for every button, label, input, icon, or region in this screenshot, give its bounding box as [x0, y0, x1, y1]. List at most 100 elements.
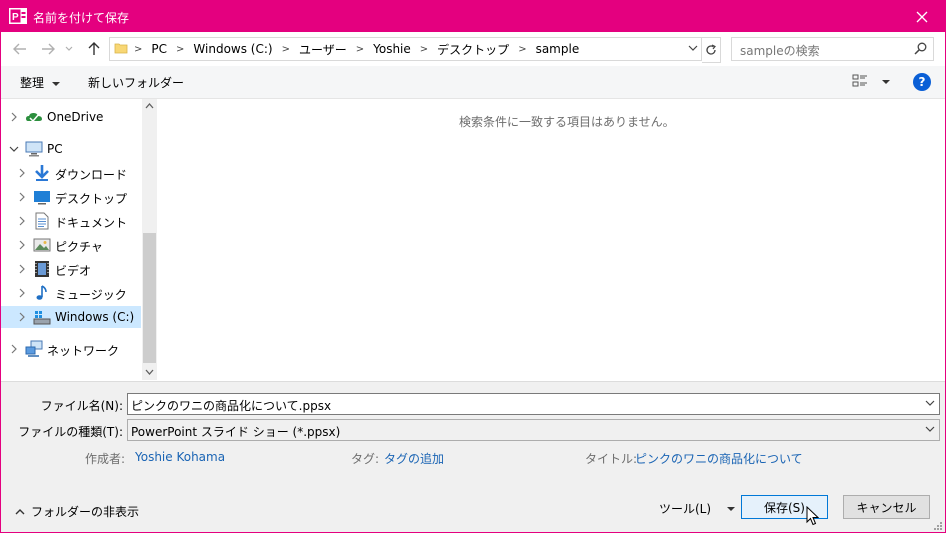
- refresh-icon: [706, 44, 716, 55]
- tree-label: ダウンロード: [55, 168, 128, 182]
- scroll-down-icon[interactable]: [145, 369, 154, 375]
- nav-pane-scrollbar[interactable]: [142, 99, 157, 380]
- arrow-up-icon: [88, 42, 100, 55]
- hide-folders-toggle[interactable]: フォルダーの非表示: [15, 503, 139, 520]
- chevron-down-icon[interactable]: [9, 144, 19, 154]
- view-icon: [852, 74, 867, 87]
- tree-item-onedrive[interactable]: OneDrive: [1, 106, 141, 128]
- tree-item-music[interactable]: ミュージック: [1, 282, 141, 304]
- breadcrumb-item[interactable]: PC: [151, 42, 167, 56]
- filename-input[interactable]: ピンクのワニの商品化について.ppsx: [131, 397, 331, 414]
- caret-down-icon: [51, 82, 60, 86]
- chevron-down-icon[interactable]: [925, 399, 935, 407]
- breadcrumb-separator-icon: >: [134, 43, 143, 55]
- chevron-right-icon[interactable]: [9, 344, 19, 354]
- desktop-icon: [34, 191, 50, 205]
- breadcrumb-separator-icon: >: [176, 43, 185, 55]
- chevron-down-icon[interactable]: [925, 425, 935, 433]
- navigation-pane: OneDrive PC ダウンロード デスクトップ ドキュメント ピクチャ ビデ…: [1, 99, 141, 380]
- picture-icon: [33, 238, 51, 252]
- tree-label: ネットワーク: [47, 344, 120, 358]
- breadcrumb-separator-icon: >: [518, 43, 527, 55]
- scroll-up-icon[interactable]: [145, 103, 154, 109]
- refresh-button[interactable]: [702, 37, 721, 63]
- breadcrumb-separator-icon: >: [355, 43, 365, 55]
- search-input[interactable]: sampleの検索: [740, 42, 820, 59]
- app-icon-letter: P: [12, 12, 19, 23]
- download-icon: [35, 165, 49, 181]
- chevron-right-icon[interactable]: [17, 264, 27, 274]
- tree-item-pc[interactable]: PC: [1, 138, 141, 160]
- tree-label: PC: [47, 142, 63, 156]
- title-label: タイトル:: [585, 452, 638, 466]
- author-label: 作成者:: [85, 452, 126, 466]
- filetype-label: ファイルの種類(T):: [18, 425, 123, 439]
- forward-button[interactable]: [39, 40, 57, 58]
- video-icon: [35, 261, 49, 277]
- empty-message: 検索条件に一致する項目はありません。: [459, 115, 675, 129]
- tree-item-network[interactable]: ネットワーク: [1, 338, 141, 360]
- document-icon: [35, 212, 49, 230]
- mouse-cursor-icon: [806, 506, 819, 526]
- breadcrumb-item[interactable]: sample: [536, 42, 580, 56]
- file-list[interactable]: 検索条件に一致する項目はありません。: [159, 99, 945, 380]
- tree-item-windows-drive[interactable]: Windows (C:): [1, 306, 141, 328]
- chevron-up-icon: [15, 508, 25, 514]
- filename-field[interactable]: ピンクのワニの商品化について.ppsx: [127, 393, 940, 415]
- filetype-select[interactable]: PowerPoint スライド ショー (*.ppsx): [127, 419, 940, 441]
- address-bar[interactable]: > PC > Windows (C:) > ユーザー > Yoshie > デス…: [109, 37, 702, 61]
- tree-label: Windows (C:): [55, 310, 135, 324]
- save-label: 保存(S): [764, 500, 805, 515]
- title-value[interactable]: ピンクのワニの商品化について: [635, 450, 803, 467]
- save-details-panel: ファイル名(N): ピンクのワニの商品化について.ppsx ファイルの種類(T)…: [1, 381, 945, 472]
- cancel-button[interactable]: キャンセル: [843, 495, 930, 519]
- chevron-right-icon[interactable]: [17, 288, 27, 298]
- folder-icon: [114, 43, 128, 54]
- navigation-bar: > PC > Windows (C:) > ユーザー > Yoshie > デス…: [1, 32, 945, 66]
- chevron-right-icon[interactable]: [17, 168, 27, 178]
- tree-item-desktop[interactable]: デスクトップ: [1, 186, 141, 208]
- chevron-right-icon[interactable]: [9, 112, 19, 122]
- tree-item-pictures[interactable]: ピクチャ: [1, 234, 141, 256]
- onedrive-icon: [26, 112, 42, 123]
- tree-item-videos[interactable]: ビデオ: [1, 258, 141, 280]
- up-button[interactable]: [85, 40, 103, 58]
- author-value[interactable]: Yoshie Kohama: [135, 450, 225, 464]
- breadcrumb: > PC > Windows (C:) > ユーザー > Yoshie > デス…: [134, 38, 579, 60]
- new-folder-button[interactable]: 新しいフォルダー: [88, 74, 184, 91]
- resize-grip-icon[interactable]: [933, 521, 943, 531]
- close-icon: [916, 11, 928, 22]
- tree-label: デスクトップ: [55, 192, 128, 206]
- tree-item-documents[interactable]: ドキュメント: [1, 210, 141, 232]
- breadcrumb-item[interactable]: Yoshie: [373, 42, 411, 56]
- window-title: 名前を付けて保存: [33, 11, 130, 25]
- search-box[interactable]: sampleの検索: [731, 37, 934, 61]
- chevron-right-icon[interactable]: [17, 192, 27, 202]
- view-options-button[interactable]: [852, 73, 890, 92]
- help-button[interactable]: ?: [913, 73, 931, 91]
- breadcrumb-item[interactable]: Windows (C:): [193, 42, 272, 56]
- cancel-label: キャンセル: [856, 500, 917, 515]
- tree-item-downloads[interactable]: ダウンロード: [1, 162, 141, 184]
- tree-label: ドキュメント: [55, 216, 128, 230]
- breadcrumb-item[interactable]: デスクトップ: [437, 41, 509, 58]
- recent-locations-button[interactable]: [63, 40, 75, 58]
- tools-button[interactable]: ツール(L): [659, 500, 736, 517]
- tags-label: タグ:: [351, 452, 380, 466]
- tags-value[interactable]: タグの追加: [384, 450, 444, 467]
- close-button[interactable]: [899, 1, 945, 32]
- chevron-down-icon[interactable]: [688, 42, 698, 54]
- breadcrumb-item[interactable]: ユーザー: [299, 41, 347, 58]
- chevron-right-icon[interactable]: [17, 312, 27, 322]
- scrollbar-thumb[interactable]: [143, 233, 156, 363]
- command-bar: 整理 新しいフォルダー ?: [1, 66, 945, 99]
- breadcrumb-separator-icon: >: [281, 43, 290, 55]
- back-button[interactable]: [11, 40, 29, 58]
- chevron-right-icon[interactable]: [17, 216, 27, 226]
- chevron-right-icon[interactable]: [17, 240, 27, 250]
- caret-down-icon: [727, 506, 736, 511]
- organize-button[interactable]: 整理: [20, 74, 60, 91]
- tools-label: ツール(L): [659, 502, 712, 516]
- caret-down-icon: [881, 80, 890, 84]
- computer-icon: [25, 141, 43, 157]
